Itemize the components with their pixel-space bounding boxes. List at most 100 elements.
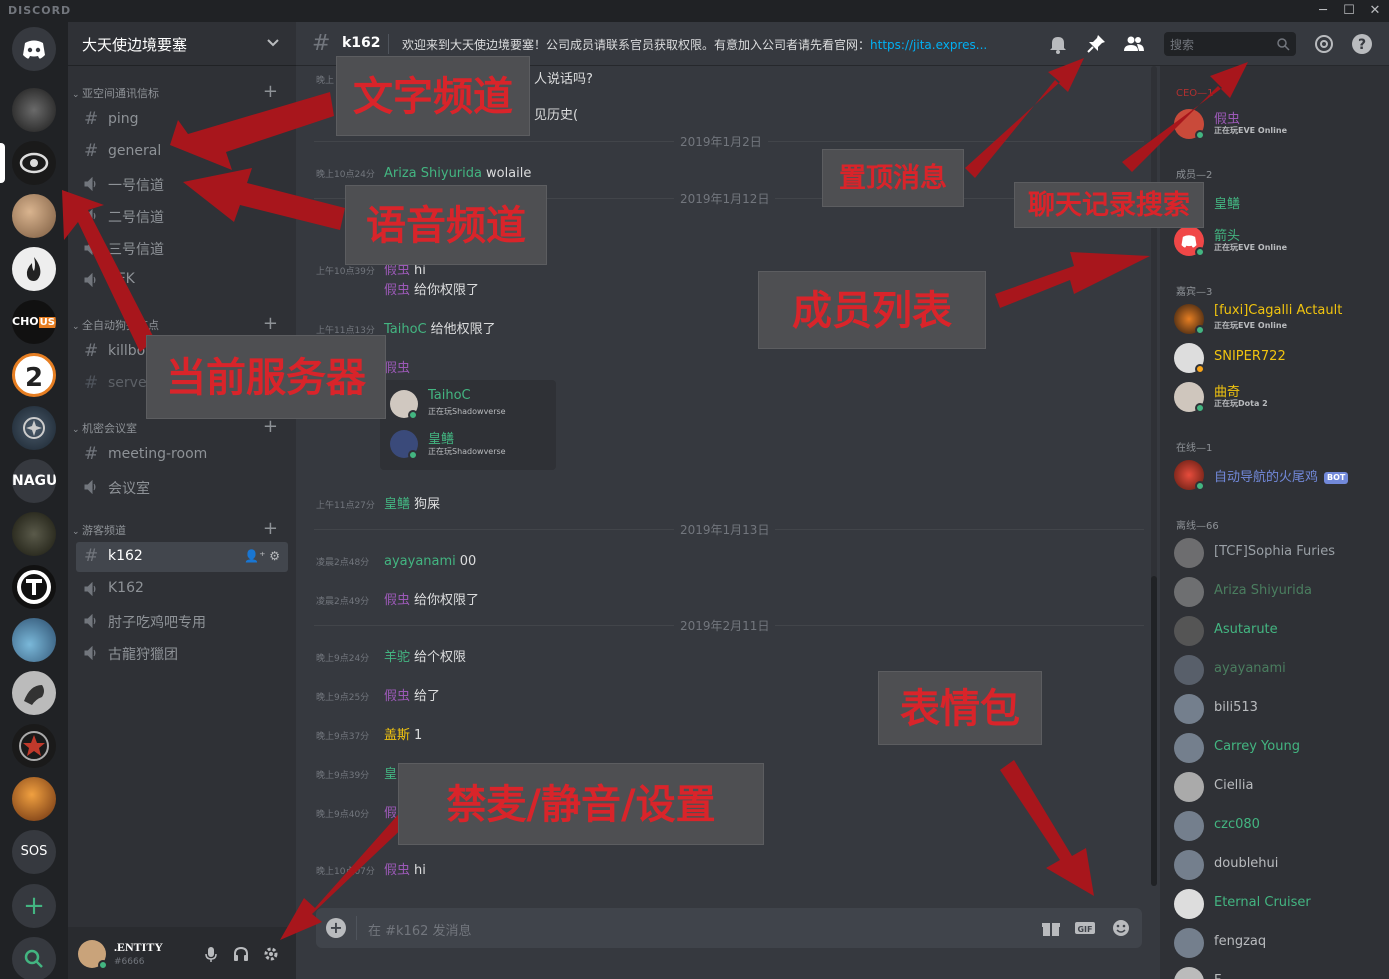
message-author[interactable]: 假虫: [384, 361, 410, 376]
members-icon[interactable]: [1122, 32, 1146, 56]
message-author[interactable]: ayayanami: [384, 554, 456, 569]
channel-voice-3[interactable]: 三号信道: [76, 233, 288, 263]
channel-voice-1[interactable]: 一号信道: [76, 169, 288, 199]
message-author[interactable]: 假虫: [384, 863, 410, 878]
server-header[interactable]: 大天使边境要塞: [68, 22, 296, 66]
member-item[interactable]: 曲奇 正在玩Dota 2: [1174, 380, 1384, 414]
channel-voice-chicken[interactable]: 肘子吃鸡吧专用: [76, 606, 288, 636]
server-frontier[interactable]: [12, 512, 56, 556]
message-author[interactable]: 假虫: [384, 283, 410, 298]
member-item[interactable]: Eternal Cruiser: [1174, 887, 1384, 921]
channel-k162-voice[interactable]: K162: [76, 574, 288, 604]
message-author[interactable]: 假虫: [384, 689, 410, 704]
server-orange[interactable]: [12, 777, 56, 821]
member-item[interactable]: Asutarute: [1174, 614, 1384, 648]
channel-ping[interactable]: # ping: [76, 105, 288, 135]
timestamp: 晚上9点37分: [316, 732, 370, 742]
help-icon[interactable]: ?: [1350, 32, 1374, 56]
mention-icon[interactable]: [1312, 32, 1336, 56]
server-icon-4[interactable]: [12, 247, 56, 291]
member-item[interactable]: ayayanami: [1174, 653, 1384, 687]
upload-button[interactable]: +: [326, 918, 346, 938]
status-dot: [1195, 325, 1205, 335]
member-item[interactable]: fengzaq: [1174, 926, 1384, 960]
add-server-button[interactable]: +: [12, 884, 56, 928]
headphones-icon[interactable]: [231, 944, 251, 964]
member-item[interactable]: bili513: [1174, 692, 1384, 726]
channel-general[interactable]: # general: [76, 137, 288, 167]
topic-link[interactable]: https://jita.expres...: [870, 38, 987, 52]
maximize-button[interactable]: ☐: [1338, 1, 1360, 21]
avatar: [1174, 616, 1204, 646]
add-channel-icon[interactable]: +: [263, 81, 278, 102]
search-box[interactable]: 搜索: [1164, 32, 1296, 56]
channel-k162[interactable]: # k162 👤⁺ ⚙: [76, 542, 288, 572]
member-item[interactable]: F: [1174, 965, 1384, 979]
server-sos[interactable]: SOS: [12, 830, 56, 874]
server-tf[interactable]: [12, 565, 56, 609]
message-author[interactable]: 皇鳝: [384, 497, 410, 512]
member-item[interactable]: [fuxi]Cagalli Actault 正在玩EVE Online: [1174, 302, 1384, 336]
date-divider: 2019年1月2日: [314, 133, 1144, 150]
server-icon-1[interactable]: [12, 88, 56, 132]
message: 晚上9点25分 假虫 给了: [316, 685, 440, 705]
bell-icon[interactable]: [1046, 32, 1070, 56]
message-input[interactable]: 在 #k162 发消息: [368, 920, 472, 939]
settings-gear-icon[interactable]: [261, 944, 281, 964]
channel-meeting-room[interactable]: # meeting-room: [76, 440, 288, 470]
scrollbar-thumb[interactable]: [1151, 576, 1157, 886]
emoji-icon[interactable]: [1110, 918, 1132, 938]
category-header[interactable]: ⌄ 全自动狗头节点 +: [72, 313, 282, 334]
home-button[interactable]: [12, 27, 56, 71]
server-blue[interactable]: [12, 618, 56, 662]
message-author[interactable]: 皇: [384, 767, 397, 782]
server-2[interactable]: 2: [12, 353, 56, 397]
member-item[interactable]: czc080: [1174, 809, 1384, 843]
channel-voice-dragon[interactable]: 古龍狩獵团: [76, 638, 288, 668]
add-channel-icon[interactable]: +: [263, 518, 278, 539]
channel-voice-2[interactable]: 二号信道: [76, 201, 288, 231]
message-author[interactable]: Ariza Shiyurida: [384, 166, 482, 181]
channel-afk[interactable]: AFK: [76, 265, 288, 295]
server-chous[interactable]: CHOUS: [12, 300, 56, 344]
member-item[interactable]: 箭头 正在玩EVE Online: [1174, 224, 1384, 258]
add-channel-icon[interactable]: +: [263, 313, 278, 334]
category-header[interactable]: ⌄ 机密会议室 +: [72, 416, 282, 437]
category-header[interactable]: ⌄ 亚空间通讯信标 +: [72, 81, 282, 102]
member-item[interactable]: doublehui: [1174, 848, 1384, 882]
explore-servers-button[interactable]: [12, 937, 56, 979]
category-header[interactable]: ⌄ 游客频道 +: [72, 518, 282, 539]
message-author[interactable]: TaihoC: [384, 322, 427, 337]
message-author[interactable]: 假: [384, 806, 397, 821]
member-item[interactable]: Carrey Young: [1174, 731, 1384, 765]
member-item[interactable]: [TCF]Sophia Furies: [1174, 536, 1384, 570]
message-author[interactable]: 盖斯: [384, 728, 410, 743]
member-item[interactable]: SNIPER722: [1174, 341, 1384, 375]
server-grey[interactable]: [12, 671, 56, 715]
server-nagu[interactable]: NAGU: [12, 459, 56, 503]
member-item[interactable]: 自动导航的火尾鸡 BOT: [1174, 458, 1384, 492]
invite-icon[interactable]: 👤⁺: [244, 549, 265, 563]
member-group-label: 嘉宾—3: [1176, 287, 1213, 298]
speaker-icon: [84, 582, 96, 596]
close-button[interactable]: ✕: [1364, 1, 1386, 21]
microphone-icon[interactable]: [201, 944, 221, 964]
server-icon-3[interactable]: [12, 194, 56, 238]
member-item[interactable]: Ariza Shiyurida: [1174, 575, 1384, 609]
message-author[interactable]: 假虫: [384, 593, 410, 608]
server-red-star[interactable]: [12, 724, 56, 768]
message: 晚上9点24分 羊驼 给个权限: [316, 646, 466, 666]
message-author[interactable]: 羊驼: [384, 650, 410, 665]
status-dot: [1195, 247, 1205, 257]
gear-icon[interactable]: ⚙: [269, 549, 280, 563]
gif-icon[interactable]: GIF: [1074, 918, 1096, 938]
channel-meeting-voice[interactable]: 会议室: [76, 472, 288, 502]
server-star-citizen[interactable]: [12, 406, 56, 450]
server-icon-selected[interactable]: [12, 141, 56, 185]
pin-icon[interactable]: [1084, 32, 1108, 56]
member-item[interactable]: 皇鳝: [1174, 185, 1384, 219]
gift-icon[interactable]: [1040, 918, 1062, 938]
member-item[interactable]: 假虫 正在玩EVE Online: [1174, 107, 1384, 141]
member-item[interactable]: Ciellia: [1174, 770, 1384, 804]
minimize-button[interactable]: ─: [1312, 1, 1334, 21]
